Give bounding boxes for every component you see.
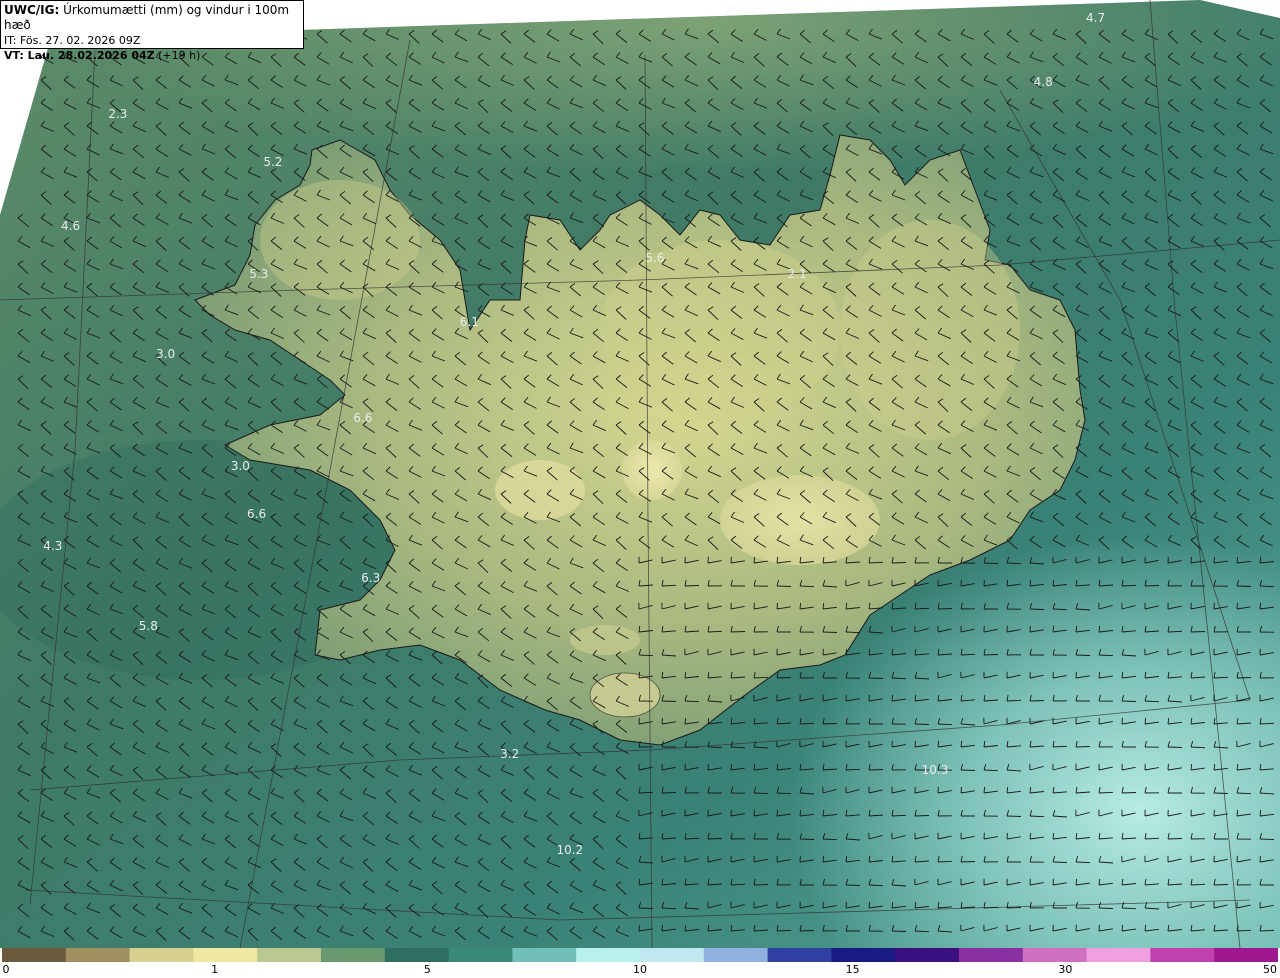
colorbar-segment — [2, 948, 67, 962]
colorbar-segment — [193, 948, 258, 962]
colorbar-segment — [512, 948, 577, 962]
map-value-label: 2.1 — [788, 267, 807, 281]
westfjords-highlands — [260, 180, 420, 300]
map-value-label: 4.8 — [1034, 75, 1053, 89]
colorbar-segment — [640, 948, 705, 962]
colorbar-segment — [257, 948, 322, 962]
map-value-label: 5.6 — [645, 251, 664, 265]
map-value-label: 10.3 — [922, 763, 949, 777]
weather-map: 4.7 4.8 2.3 5.2 4.6 5.3 5.6 2.1 6.1 3.0 6.6 3.0 6.6 4… — [0, 0, 1280, 948]
colorbar-tick-label: 1 — [211, 963, 219, 976]
map-value-label: 6.1 — [460, 315, 479, 329]
colorbar-segment — [767, 948, 832, 962]
map-value-label: 3.0 — [156, 347, 175, 361]
colorbar-segment — [129, 948, 194, 962]
colorbar-segment — [831, 948, 896, 962]
vatnajokull-glacier — [720, 475, 880, 565]
colorbar-segment — [576, 948, 641, 962]
title-line: UWC/IG: Úrkomumætti (mm) og vindur i 100… — [4, 3, 300, 33]
model-name: UWC/IG: — [4, 3, 60, 17]
map-value-label: 5.2 — [263, 155, 282, 169]
map-value-label: 3.0 — [231, 459, 250, 473]
map-info-box: UWC/IG: Úrkomumætti (mm) og vindur i 100… — [0, 0, 304, 62]
map-value-label: 10.2 — [556, 843, 583, 857]
eastern-highlands — [840, 220, 1020, 440]
map-value-label: 4.3 — [43, 539, 62, 553]
map-value-label: 5.8 — [139, 619, 158, 633]
colorbar-segment — [1022, 948, 1088, 962]
colorbar-segment — [703, 948, 769, 962]
colorbar-tick-label: 50 — [1263, 963, 1277, 976]
colorbar-tick-label: 5 — [423, 963, 431, 976]
colorbar-tick-label: 10 — [633, 963, 647, 976]
map-value-label: 6.6 — [353, 411, 372, 425]
colorbar-segment — [1086, 948, 1151, 962]
issue-time: IT: Fös. 27. 02. 2026 09Z — [4, 34, 141, 47]
colorbar-segment — [1214, 948, 1278, 962]
colorbar-segment — [384, 948, 450, 962]
valid-offset: (+19 h) — [158, 49, 201, 62]
map-value-label: 6.6 — [247, 507, 266, 521]
colorbar-segment — [895, 948, 960, 962]
map-value-label: 5.3 — [249, 267, 268, 281]
map-value-label: 4.7 — [1086, 11, 1105, 25]
valid-time-line: VT: Lau. 28.02.2026 04Z (+19 h) — [4, 48, 300, 63]
map-value-label: 2.3 — [108, 107, 127, 121]
eyjafjallajokull-glacier — [570, 625, 640, 655]
langjokull-glacier — [622, 440, 682, 500]
valid-time: VT: Lau. 28.02.2026 04Z — [4, 49, 155, 62]
colorbar-segment — [959, 948, 1024, 962]
colorbar — [2, 948, 1278, 962]
map-value-label: 4.6 — [61, 219, 80, 233]
hofsjokull-glacier — [495, 460, 585, 520]
colorbar-tick-label: 15 — [845, 963, 860, 976]
colorbar-segment — [65, 948, 131, 962]
colorbar-tick-label: 0 — [2, 963, 10, 976]
colorbar-segment — [448, 948, 513, 962]
colorbar-segment — [321, 948, 386, 962]
map-value-label: 3.2 — [500, 747, 519, 761]
map-value-label: 6.3 — [361, 571, 380, 585]
colorbar-segment — [1150, 948, 1215, 962]
colorbar-tick-label: 30 — [1058, 963, 1073, 976]
